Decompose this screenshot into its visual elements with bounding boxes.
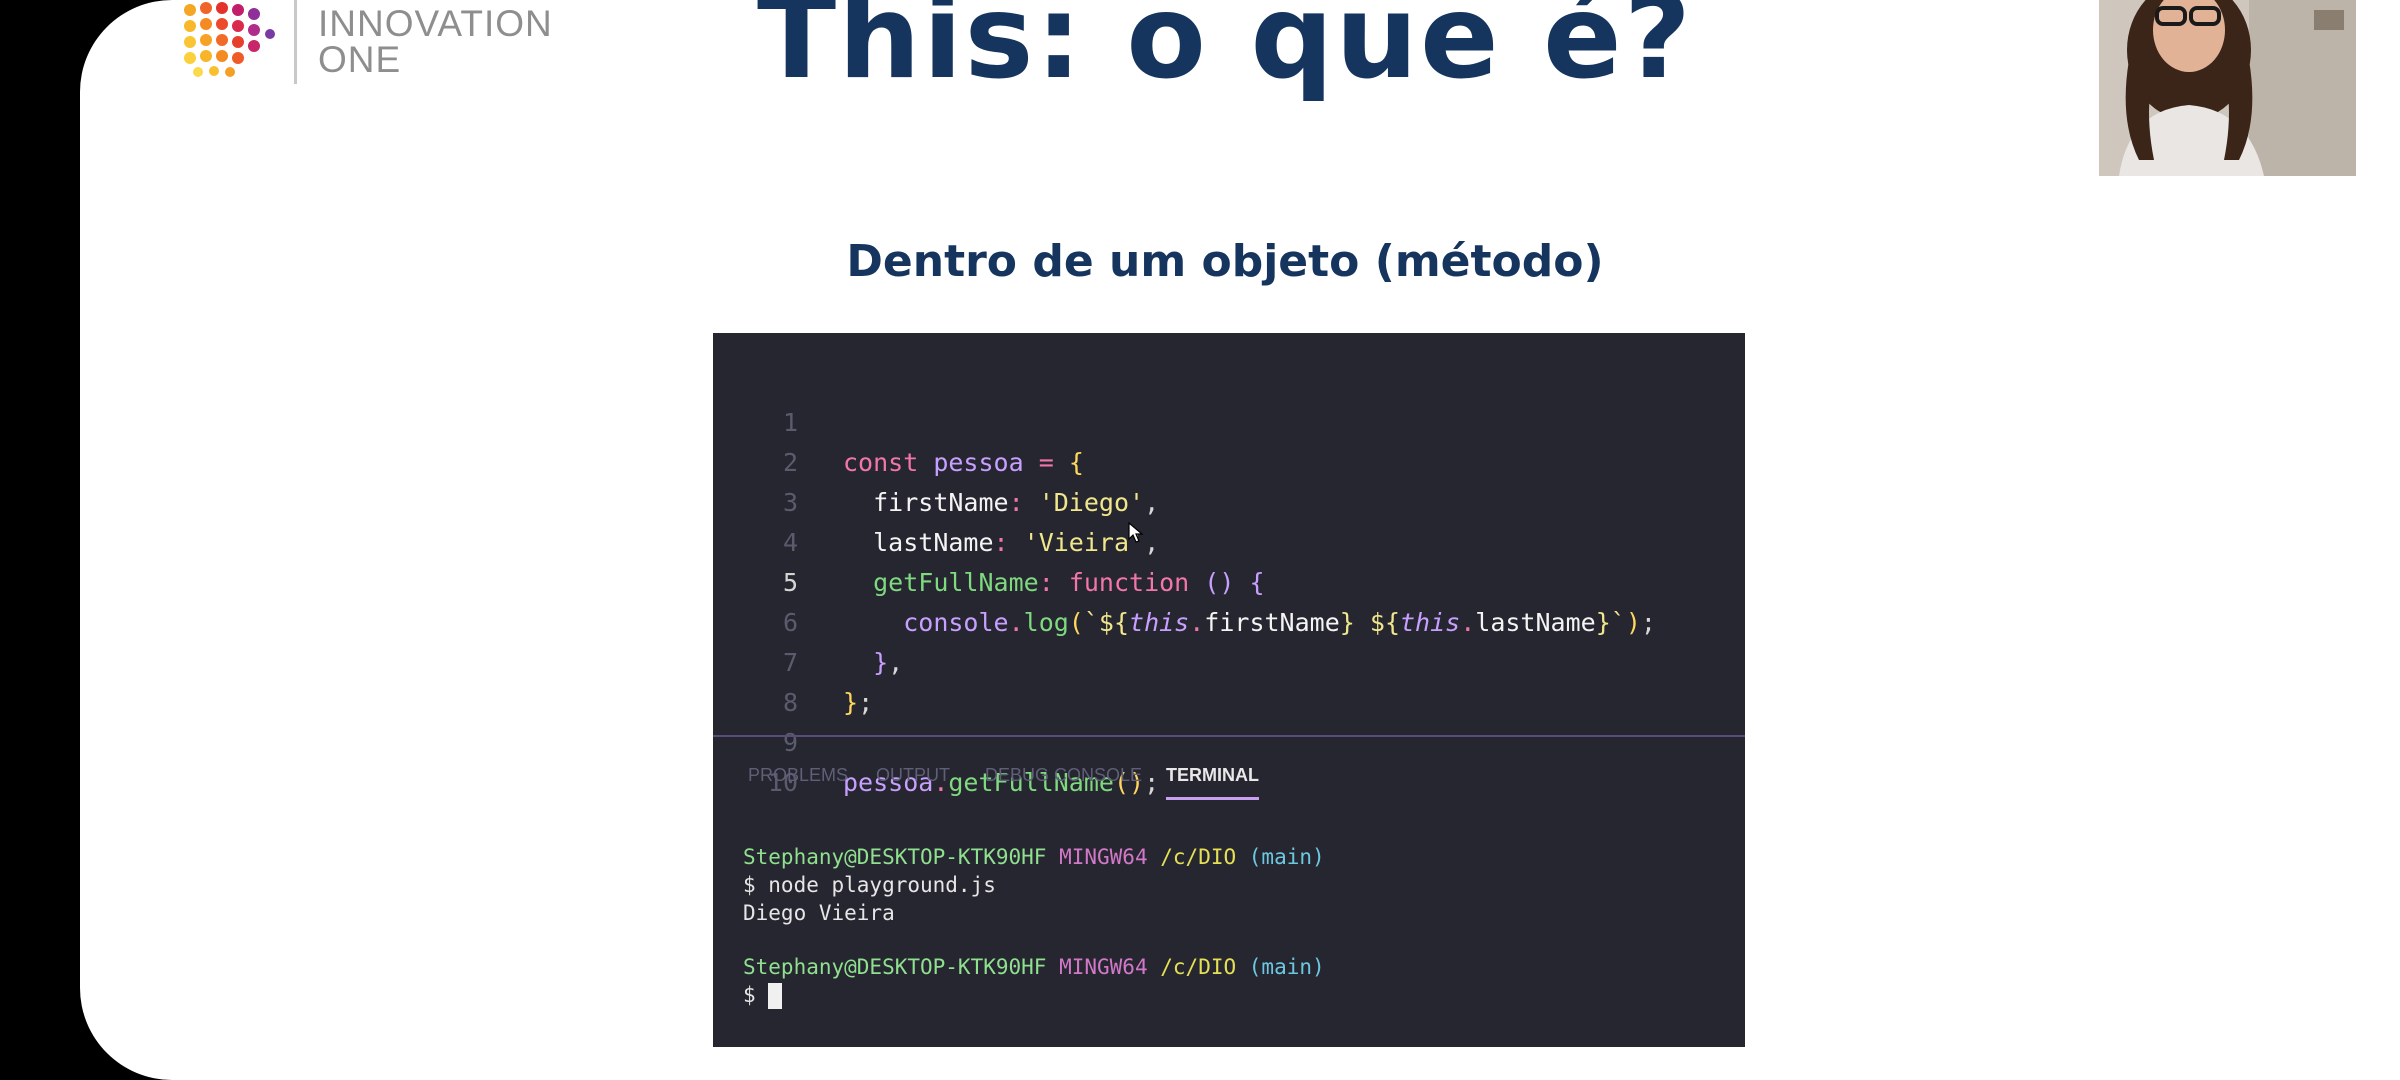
code-line-active: 5 console.log(`${this.firstName} ${this.… <box>713 523 1745 637</box>
code-line: 8 <box>713 643 1745 717</box>
code-line: 3 lastName: 'Vieira', <box>713 443 1745 557</box>
presenter-webcam <box>2099 0 2356 176</box>
terminal-branch: (main) <box>1248 845 1325 869</box>
terminal-branch: (main) <box>1248 955 1325 979</box>
slide-subtitle: Dentro de um objeto (método) <box>846 236 1604 287</box>
code-line: 9 pessoa.getFullName(); <box>713 683 1745 797</box>
code-line: 2 firstName: 'Diego', <box>713 403 1745 517</box>
logo-divider <box>294 0 297 84</box>
logo-wordmark: INNOVATION ONE <box>318 0 553 78</box>
terminal-input-line[interactable]: $ <box>743 981 783 1009</box>
panel-divider <box>713 735 1745 737</box>
logo-dots-icon <box>184 2 275 77</box>
slide-title: This: o que é? <box>756 0 1693 105</box>
terminal-output: Diego Vieira <box>743 901 895 925</box>
panel-tabs: PROBLEMS OUTPUT DEBUG CONSOLE TERMINAL <box>713 753 1745 803</box>
tab-debug-console[interactable]: DEBUG CONSOLE <box>985 753 1142 797</box>
terminal-path: /c/DIO <box>1160 955 1237 979</box>
code-line: 1 const pessoa = { <box>713 363 1745 477</box>
presenter-video-frame <box>2099 0 2356 176</box>
code-area: 1 const pessoa = { 2 firstName: 'Diego',… <box>713 333 1745 797</box>
tab-terminal[interactable]: TERMINAL <box>1166 753 1259 800</box>
digital-innovation-one-logo: INNOVATION ONE <box>182 0 592 86</box>
terminal-system: MINGW64 <box>1059 845 1148 869</box>
title-container: This: o que é? <box>700 0 1750 120</box>
terminal-command: $ node playground.js <box>743 873 996 897</box>
terminal-prompt-symbol: $ <box>743 983 756 1007</box>
tab-problems[interactable]: PROBLEMS <box>748 753 848 797</box>
logo-line-one: ONE <box>318 39 402 80</box>
code-line: 4 getFullName: function () { <box>713 483 1745 597</box>
logo-line-innovation: INNOVATION <box>318 3 553 44</box>
code-editor-screenshot: 1 const pessoa = { 2 firstName: 'Diego',… <box>713 333 1745 1047</box>
terminal-user: Stephany@DESKTOP-KTK90HF <box>743 955 1047 979</box>
terminal-user: Stephany@DESKTOP-KTK90HF <box>743 845 1047 869</box>
mouse-pointer-icon <box>1128 522 1144 543</box>
terminal-path: /c/DIO <box>1160 845 1237 869</box>
slide-corner <box>80 0 172 92</box>
terminal-prompt-line: Stephany@DESKTOP-KTK90HF MINGW64 /c/DIO … <box>743 953 1325 981</box>
terminal-system: MINGW64 <box>1059 955 1148 979</box>
terminal-prompt-line: Stephany@DESKTOP-KTK90HF MINGW64 /c/DIO … <box>743 843 1325 871</box>
code-line: 6 }, <box>713 563 1745 677</box>
tab-output[interactable]: OUTPUT <box>876 753 950 797</box>
code-line: 7 }; <box>713 603 1745 717</box>
terminal-cursor <box>768 983 783 1009</box>
